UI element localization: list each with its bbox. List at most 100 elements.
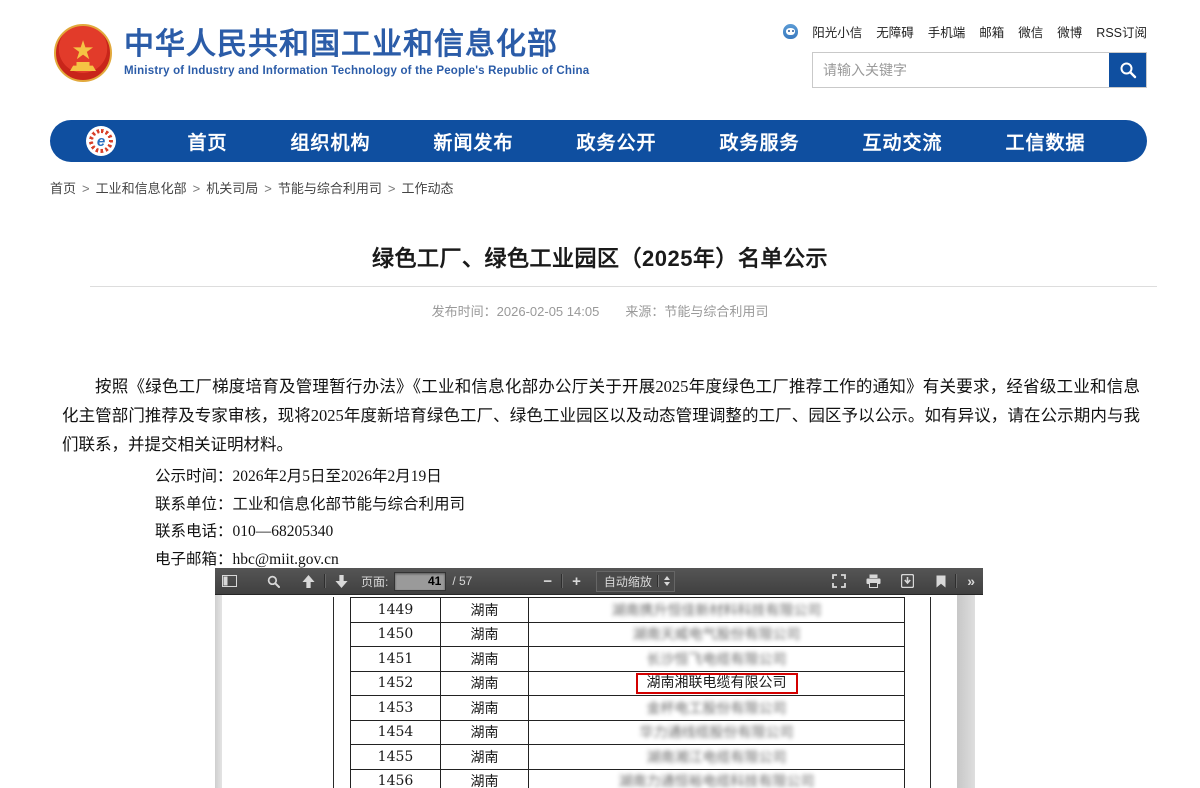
cell-company: 长沙恒飞电缆有限公司 <box>528 647 905 671</box>
nav-item[interactable]: 组织机构 <box>290 128 370 155</box>
sidebar-toggle-icon <box>222 575 237 587</box>
pdf-left-edge <box>215 595 222 788</box>
companies-table: 1449 湖南 湖南携升恒佳新材料科技有限公司 1450 湖南 湖南天威电气股份… <box>350 597 905 788</box>
cell-number: 1455 <box>350 745 440 769</box>
page-total: / 57 <box>452 574 472 588</box>
more-tools-button[interactable]: » <box>959 568 983 594</box>
cell-province: 湖南 <box>440 745 528 769</box>
table-outer-right-line <box>930 597 931 788</box>
breadcrumb-separator: > <box>264 181 272 196</box>
cell-company: 华力通线缆股份有限公司 <box>528 721 905 745</box>
utility-link[interactable]: 微信 <box>1018 22 1043 41</box>
cell-province: 湖南 <box>440 623 528 647</box>
cell-province: 湖南 <box>440 696 528 720</box>
source-label: 来源： <box>625 304 664 319</box>
cell-number: 1456 <box>350 770 440 788</box>
site-title-block: 中华人民共和国工业和信息化部 Ministry of Industry and … <box>124 28 589 77</box>
bookmark-button[interactable] <box>929 568 953 594</box>
zoom-mode-select[interactable]: 自动缩放 <box>596 571 675 592</box>
company-name: 湖南湘联电缆有限公司 <box>636 673 798 694</box>
cell-number: 1451 <box>350 647 440 671</box>
search-input[interactable] <box>813 53 1109 87</box>
zoom-in-button[interactable]: + <box>565 568 588 594</box>
breadcrumb-separator: > <box>82 181 90 196</box>
page-title: 绿色工厂、绿色工业园区（2025年）名单公示 <box>0 241 1200 273</box>
next-page-button[interactable] <box>328 568 355 594</box>
find-icon <box>267 575 280 588</box>
page-number-input[interactable] <box>394 572 446 591</box>
sidebar-toggle-button[interactable] <box>215 568 244 594</box>
find-button[interactable] <box>260 568 287 594</box>
breadcrumb-link[interactable]: 工业和信息化部 <box>96 181 187 196</box>
cell-number: 1452 <box>350 672 440 696</box>
nav-item[interactable]: 互动交流 <box>862 128 942 155</box>
cell-province: 湖南 <box>440 598 528 622</box>
page: ★ 中华人民共和国工业和信息化部 Ministry of Industry an… <box>0 0 1200 788</box>
utility-link[interactable]: 微博 <box>1057 22 1082 41</box>
download-button[interactable] <box>894 568 921 594</box>
utility-link[interactable]: 无障碍 <box>876 22 914 41</box>
utility-link[interactable]: 邮箱 <box>979 22 1004 41</box>
nav-item[interactable]: 政务公开 <box>576 128 656 155</box>
print-button[interactable] <box>859 568 888 594</box>
cell-number: 1450 <box>350 623 440 647</box>
table-row: 1451 湖南 长沙恒飞电缆有限公司 <box>350 647 905 672</box>
cell-province: 湖南 <box>440 647 528 671</box>
breadcrumb-separator: > <box>388 181 396 196</box>
download-icon <box>901 574 914 588</box>
zoom-out-button[interactable]: − <box>536 568 559 594</box>
cell-number: 1453 <box>350 696 440 720</box>
previous-page-button[interactable] <box>295 568 322 594</box>
table-outer-left-line <box>333 597 334 788</box>
pdf-toolbar: 页面: / 57 − + 自动缩放 <box>215 568 983 595</box>
search-button[interactable] <box>1109 53 1146 87</box>
utility-link[interactable]: 手机端 <box>928 22 966 41</box>
nav-item[interactable]: 首页 <box>187 128 227 155</box>
company-name: 长沙恒飞电缆有限公司 <box>647 649 787 669</box>
cell-company: 金杯电工股份有限公司 <box>528 696 905 720</box>
zoom-mode-value: 自动缩放 <box>604 573 652 590</box>
publish-time: 2026-02-05 14:05 <box>497 304 600 319</box>
company-name: 华力通线缆股份有限公司 <box>640 722 794 742</box>
site-title: 中华人民共和国工业和信息化部 <box>124 28 589 62</box>
breadcrumb-link[interactable]: 机关司局 <box>206 181 258 196</box>
article-meta: 发布时间：2026-02-05 14:05来源：节能与综合利用司 <box>0 301 1200 320</box>
breadcrumb-link[interactable]: 工作动态 <box>401 181 453 196</box>
pdf-viewer: 页面: / 57 − + 自动缩放 <box>215 568 983 788</box>
title-divider <box>90 286 1157 287</box>
article-paragraph: 按照《绿色工厂梯度培育及管理暂行办法》《工业和信息化部办公厅关于开展2025年度… <box>62 372 1140 459</box>
company-name: 湖南天威电气股份有限公司 <box>633 624 801 644</box>
company-name: 湖南力通恒裕电缆科技有限公司 <box>619 771 815 788</box>
arrow-up-icon <box>302 575 315 588</box>
search-bar <box>812 52 1147 88</box>
page-label: 页面: <box>361 573 388 590</box>
fullscreen-icon <box>832 574 846 588</box>
breadcrumb-link[interactable]: 首页 <box>50 181 76 196</box>
select-arrows-icon <box>664 576 670 586</box>
utility-link[interactable]: 阳光小信 <box>812 22 862 41</box>
cell-province: 湖南 <box>440 672 528 696</box>
table-row: 1450 湖南 湖南天威电气股份有限公司 <box>350 623 905 648</box>
cell-company: 湖南力通恒裕电缆科技有限公司 <box>528 770 905 788</box>
cell-company: 湖南携升恒佳新材料科技有限公司 <box>528 598 905 622</box>
contact-line: 联系单位：工业和信息化部节能与综合利用司 <box>155 491 465 519</box>
mascot-icon <box>783 24 798 39</box>
breadcrumb-link[interactable]: 节能与综合利用司 <box>278 181 382 196</box>
arrow-down-icon <box>335 575 348 588</box>
nav-item[interactable]: 工信数据 <box>1005 128 1085 155</box>
cell-company: 湖南湘江电缆有限公司 <box>528 745 905 769</box>
national-emblem-logo: ★ <box>54 24 112 82</box>
utility-link[interactable]: RSS订阅 <box>1096 22 1147 41</box>
emblem-star-icon: ★ <box>71 37 94 63</box>
publish-time-label: 发布时间： <box>432 304 497 319</box>
company-name: 湖南携升恒佳新材料科技有限公司 <box>612 600 822 620</box>
pdf-page: 1449 湖南 湖南携升恒佳新材料科技有限公司 1450 湖南 湖南天威电气股份… <box>215 595 983 788</box>
cell-company: 湖南天威电气股份有限公司 <box>528 623 905 647</box>
pdf-scrollbar[interactable] <box>957 595 975 788</box>
site-subtitle: Ministry of Industry and Information Tec… <box>124 65 589 77</box>
nav-item[interactable]: 政务服务 <box>719 128 799 155</box>
cell-number: 1454 <box>350 721 440 745</box>
presentation-mode-button[interactable] <box>825 568 853 594</box>
nav-item[interactable]: 新闻发布 <box>433 128 513 155</box>
company-name: 金杯电工股份有限公司 <box>647 698 787 718</box>
